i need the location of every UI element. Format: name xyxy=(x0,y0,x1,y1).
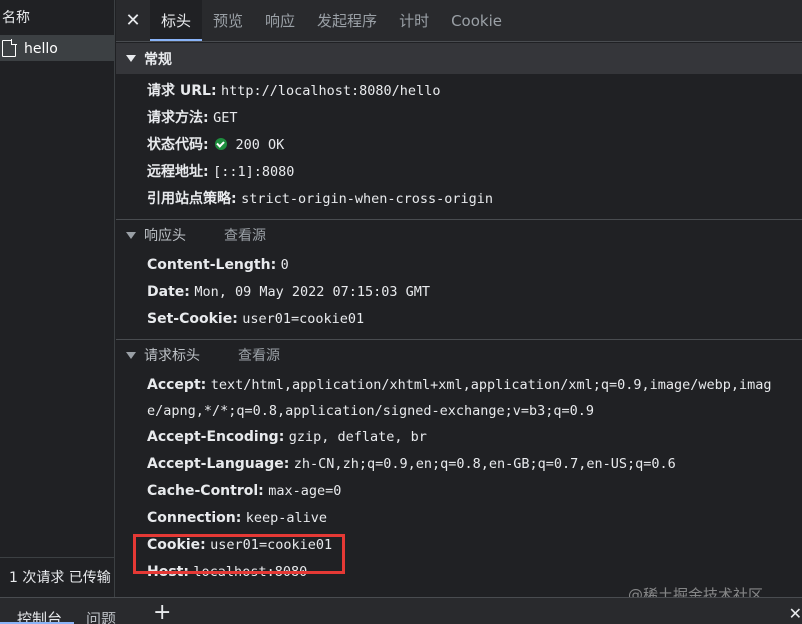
drawer-tabbar: 控制台 问题 + ✕ xyxy=(0,597,802,624)
document-icon xyxy=(2,39,17,57)
tab-preview[interactable]: 预览 xyxy=(202,0,254,41)
request-summary: 1 次请求 已传输 xyxy=(0,557,115,597)
request-row-connection: Connection: keep-alive xyxy=(147,510,328,526)
request-row-accept-language: Accept-Language: zh-CN,zh;q=0.9,en;q=0.8… xyxy=(147,456,676,472)
request-row-accept-encoding: Accept-Encoding: gzip, deflate, br xyxy=(147,429,427,445)
tab-issues[interactable]: 问题 xyxy=(86,608,116,624)
headers-content: 常规 请求 URL: http://localhost:8080/hello 请… xyxy=(116,43,802,597)
detail-tabs: ✕ 标头 预览 响应 发起程序 计时 Cookie xyxy=(116,0,802,42)
tab-headers[interactable]: 标头 xyxy=(150,0,203,41)
request-name: hello xyxy=(24,40,58,57)
general-title: 常规 xyxy=(144,51,172,68)
general-row-method: 请求方法: GET xyxy=(147,110,238,126)
general-row-remote: 远程地址: [::1]:8080 xyxy=(147,164,295,180)
add-tab-icon[interactable]: + xyxy=(153,600,171,624)
response-headers-header[interactable]: 响应头 查看源 xyxy=(116,219,802,250)
tab-response[interactable]: 响应 xyxy=(254,0,306,41)
request-row-cache-control: Cache-Control: max-age=0 xyxy=(147,483,342,499)
name-column-header[interactable]: 名称 xyxy=(0,0,114,36)
cookie-highlight-box xyxy=(133,534,345,574)
tab-timing[interactable]: 计时 xyxy=(388,0,440,41)
tab-cookie[interactable]: Cookie xyxy=(440,0,513,41)
triangle-down-icon xyxy=(126,351,136,359)
triangle-down-icon xyxy=(126,231,136,239)
status-ok-icon xyxy=(215,138,228,150)
request-headers-title: 请求标头 xyxy=(144,348,200,364)
triangle-down-icon xyxy=(126,55,136,62)
general-section-header[interactable]: 常规 xyxy=(116,43,802,74)
response-row-date: Date: Mon, 09 May 2022 07:15:03 GMT xyxy=(147,284,431,300)
close-icon[interactable]: ✕ xyxy=(116,0,150,41)
close-drawer-icon[interactable]: ✕ xyxy=(789,604,802,623)
general-row-url: 请求 URL: http://localhost:8080/hello xyxy=(147,83,441,99)
request-row-accept: Accept: text/html,application/xhtml+xml,… xyxy=(147,377,772,419)
view-source-link[interactable]: 查看源 xyxy=(238,345,280,365)
view-source-link[interactable]: 查看源 xyxy=(224,225,266,245)
tab-initiator[interactable]: 发起程序 xyxy=(306,0,388,41)
response-headers-title: 响应头 xyxy=(144,228,186,244)
request-row-hello[interactable]: hello xyxy=(0,36,114,61)
request-list-panel: 名称 hello 1 次请求 已传输 xyxy=(0,0,115,597)
general-row-status: 状态代码: 200 OK xyxy=(147,137,285,153)
general-row-referrer-policy: 引用站点策略: strict-origin-when-cross-origin xyxy=(147,191,494,207)
response-row-content-length: Content-Length: 0 xyxy=(147,257,289,273)
response-row-set-cookie: Set-Cookie: user01=cookie01 xyxy=(147,311,365,327)
request-headers-header[interactable]: 请求标头 查看源 xyxy=(116,339,802,370)
